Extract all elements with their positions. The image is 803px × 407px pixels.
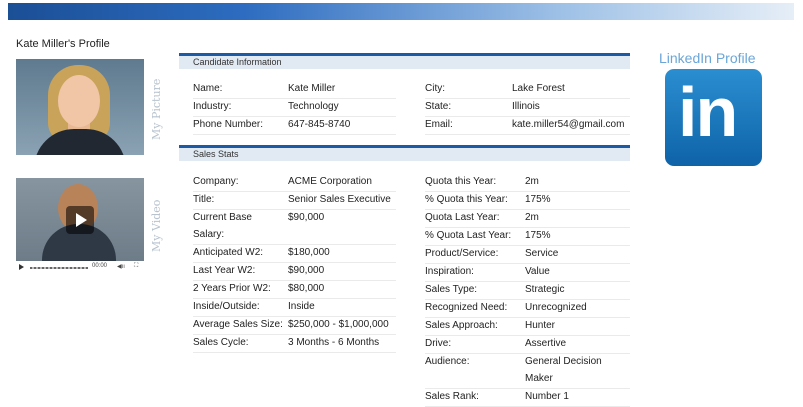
my-picture-label: My Picture <box>150 78 163 140</box>
info-row: City: Lake Forest <box>425 80 630 99</box>
field-value: Service <box>525 248 559 259</box>
info-row: 2 Years Prior W2: $80,000 <box>193 280 396 299</box>
info-row: Current Base Salary: $90,000 <box>193 209 396 245</box>
field-value: $250,000 - $1,000,000 <box>288 319 389 330</box>
fullscreen-icon[interactable]: ⛶ <box>134 263 138 270</box>
info-row: Quota this Year: 2m <box>425 173 630 192</box>
field-value: General Decision Maker <box>525 356 602 384</box>
info-row: Recognized Need: Unrecognized <box>425 299 630 318</box>
field-label: Average Sales Size: <box>193 319 283 330</box>
field-value: $90,000 <box>288 265 325 276</box>
field-value: Senior Sales Executive <box>288 194 391 205</box>
field-label: Quota Last Year: <box>425 212 500 223</box>
info-row: Name: Kate Miller <box>193 80 396 99</box>
linkedin-profile-title: LinkedIn Profile <box>659 50 756 66</box>
profile-title: Kate Miller's Profile <box>16 38 110 50</box>
field-label: Last Year W2: <box>193 265 256 276</box>
info-row: Phone Number: 647-845-8740 <box>193 116 396 135</box>
field-label: 2 Years Prior W2: <box>193 283 271 294</box>
field-label: Anticipated W2: <box>193 247 264 258</box>
info-row: Sales Rank: Number 1 <box>425 388 630 407</box>
volume-icon[interactable]: ◀ıı <box>117 263 125 270</box>
info-row: Quota Last Year: 2m <box>425 209 630 228</box>
top-banner <box>8 3 794 20</box>
info-row: Sales Type: Strategic <box>425 281 630 300</box>
video-time: 00:00 <box>92 263 108 269</box>
field-value: 3 Months - 6 Months <box>288 337 380 348</box>
field-label: Current Base Salary: <box>193 212 252 240</box>
play-icon[interactable] <box>66 206 94 234</box>
linkedin-icon[interactable]: in <box>665 69 762 166</box>
field-label: Email: <box>425 119 453 130</box>
field-label: State: <box>425 101 452 112</box>
info-row: % Quota Last Year: 175% <box>425 227 630 246</box>
field-value: 2m <box>525 212 539 223</box>
field-value: Value <box>525 266 550 277</box>
field-label: Inspiration: <box>425 266 474 277</box>
info-row: % Quota this Year: 175% <box>425 191 630 210</box>
field-value: $180,000 <box>288 247 330 258</box>
info-row: Average Sales Size: $250,000 - $1,000,000 <box>193 316 396 335</box>
field-value: 647-845-8740 <box>288 119 351 130</box>
field-value: $80,000 <box>288 283 325 294</box>
info-row: Sales Approach: Hunter <box>425 317 630 336</box>
field-label: Sales Cycle: <box>193 337 249 348</box>
info-row: Inspiration: Value <box>425 263 630 282</box>
field-value: $90,000 <box>288 212 325 223</box>
profile-picture <box>16 59 144 155</box>
video-progress-track[interactable] <box>30 267 88 269</box>
my-video-label: My Video <box>150 199 163 252</box>
field-value: Inside <box>288 301 315 312</box>
field-label: Company: <box>193 176 239 187</box>
field-value: ACME Corporation <box>288 176 372 187</box>
field-label: % Quota this Year: <box>425 194 508 205</box>
field-value: Lake Forest <box>512 83 565 94</box>
field-label: Quota this Year: <box>425 176 497 187</box>
field-value: Unrecognized <box>525 302 587 313</box>
field-label: Audience: <box>425 356 470 367</box>
field-label: City: <box>425 83 445 94</box>
field-value: 175% <box>525 230 551 241</box>
linkedin-logo-text: in <box>678 73 738 151</box>
field-label: Sales Rank: <box>425 391 479 402</box>
field-label: Sales Type: <box>425 284 478 295</box>
info-row: Title: Senior Sales Executive <box>193 191 396 210</box>
field-value: Illinois <box>512 101 540 112</box>
info-row: Drive: Assertive <box>425 335 630 354</box>
field-value: 175% <box>525 194 551 205</box>
info-row: Inside/Outside: Inside <box>193 298 396 317</box>
field-value: Number 1 <box>525 391 569 402</box>
field-label: Title: <box>193 194 215 205</box>
info-row: Industry: Technology <box>193 98 396 117</box>
field-value: Strategic <box>525 284 565 295</box>
field-value: kate.miller54@gmail.com <box>512 119 625 130</box>
info-row: State: Illinois <box>425 98 630 117</box>
field-value: Kate Miller <box>288 83 336 94</box>
field-label: Recognized Need: <box>425 302 508 313</box>
info-row: Last Year W2: $90,000 <box>193 262 396 281</box>
video-controls: 00:00 ◀ıı ⛶ <box>16 263 144 273</box>
field-label: % Quota Last Year: <box>425 230 512 241</box>
candidate-info-header: Candidate Information <box>179 53 630 69</box>
field-value: Assertive <box>525 338 567 349</box>
field-value: 2m <box>525 176 539 187</box>
field-label: Phone Number: <box>193 119 264 130</box>
field-label: Name: <box>193 83 223 94</box>
field-value: Technology <box>288 101 339 112</box>
info-row: Email: kate.miller54@gmail.com <box>425 116 630 135</box>
info-row: Anticipated W2: $180,000 <box>193 244 396 263</box>
info-row: Audience: General Decision Maker <box>425 353 630 389</box>
info-row: Product/Service: Service <box>425 245 630 264</box>
field-label: Industry: <box>193 101 232 112</box>
field-label: Drive: <box>425 338 452 349</box>
field-value: Hunter <box>525 320 556 331</box>
play-button-icon[interactable] <box>19 264 24 270</box>
sales-stats-header: Sales Stats <box>179 145 630 161</box>
field-label: Inside/Outside: <box>193 301 260 312</box>
profile-video[interactable] <box>16 178 144 261</box>
info-row: Company: ACME Corporation <box>193 173 396 192</box>
field-label: Product/Service: <box>425 248 499 259</box>
field-label: Sales Approach: <box>425 320 498 331</box>
info-row: Sales Cycle: 3 Months - 6 Months <box>193 334 396 353</box>
